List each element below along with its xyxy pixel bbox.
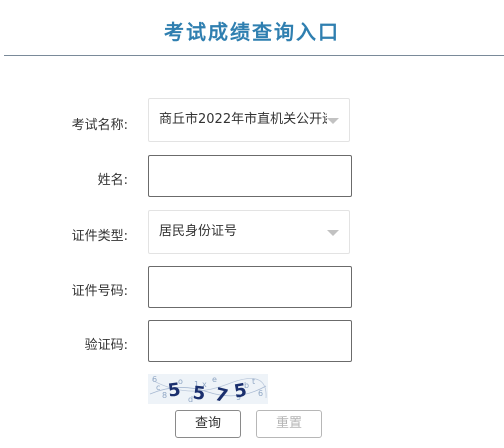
captcha-char-3: 7 xyxy=(213,384,230,404)
chevron-down-icon xyxy=(327,230,339,236)
reset-button[interactable]: 重置 xyxy=(256,410,322,438)
id-type-label: 证件类型: xyxy=(71,229,128,244)
captcha-input[interactable] xyxy=(148,320,352,362)
chevron-down-icon xyxy=(327,118,339,124)
id-number-input[interactable] xyxy=(148,266,352,308)
id-type-select[interactable]: 居民身份证号 xyxy=(148,210,350,254)
title-divider xyxy=(4,55,504,56)
page-title: 考试成绩查询入口 xyxy=(164,20,340,44)
id-number-label: 证件号码: xyxy=(71,284,128,299)
id-type-select-value: 居民身份证号 xyxy=(159,224,238,239)
name-input[interactable] xyxy=(148,155,352,197)
captcha-image[interactable]: 68o 1xe 9t6 cbd 5575 5 5 7 5 xyxy=(148,374,268,404)
svg-text:8: 8 xyxy=(162,391,167,400)
svg-text:e: e xyxy=(212,375,217,384)
exam-name-label: 考试名称: xyxy=(71,118,128,133)
exam-name-select[interactable]: 商丘市2022年市直机关公开遴选公务员考试 xyxy=(148,98,350,142)
name-label: 姓名: xyxy=(97,173,128,188)
captcha-label: 验证码: xyxy=(84,338,128,353)
captcha-char-2: 5 xyxy=(192,383,207,404)
query-button[interactable]: 查询 xyxy=(175,410,241,438)
exam-name-select-value: 商丘市2022年市直机关公开遴选公务员考试 xyxy=(159,112,327,127)
svg-text:6: 6 xyxy=(258,389,263,398)
